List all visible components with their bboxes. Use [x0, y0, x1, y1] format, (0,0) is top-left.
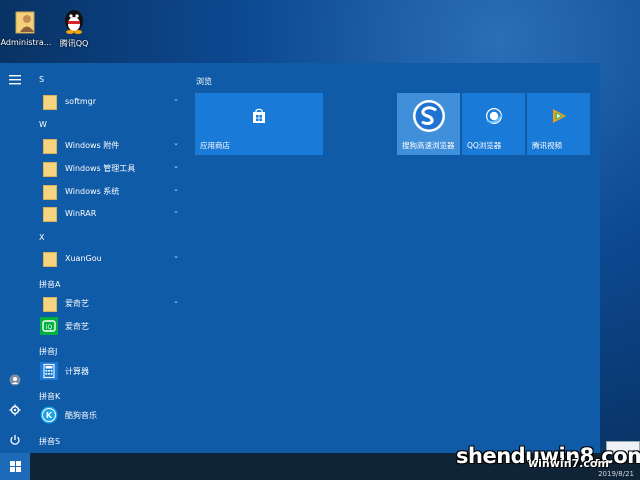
app-label: Windows 管理工具: [65, 163, 136, 173]
chevron-down-icon: ⌄: [173, 252, 179, 260]
group-header-w[interactable]: W: [39, 120, 47, 129]
sogou-browser-icon: [412, 99, 446, 137]
hamburger-icon[interactable]: [6, 71, 24, 89]
app-item-windows-accessories[interactable]: Windows 附件 ⌄: [40, 135, 185, 155]
qq-penguin-icon: [59, 6, 89, 36]
tile-label: QQ浏览器: [467, 141, 502, 150]
app-label: 计算器: [65, 366, 89, 376]
desktop-icon-administrator[interactable]: Administra...: [0, 6, 52, 47]
qq-browser-icon: [484, 106, 504, 130]
desktop-icon-label: 腾讯QQ: [59, 39, 89, 48]
chevron-down-icon: ⌄: [173, 185, 179, 193]
user-avatar-icon[interactable]: [6, 371, 24, 389]
kugou-icon: K: [40, 406, 58, 424]
folder-icon: [40, 294, 58, 312]
tiles-group-title: 浏览: [196, 77, 212, 86]
start-rail: [0, 63, 30, 453]
folder-icon: [40, 182, 58, 200]
group-header-s[interactable]: S: [39, 75, 44, 84]
app-label: 爱奇艺: [65, 321, 89, 331]
app-label: Windows 附件: [65, 140, 120, 150]
store-icon: [250, 107, 268, 129]
chevron-down-icon: ⌄: [173, 95, 179, 103]
folder-icon: [40, 92, 58, 110]
folder-icon: [40, 249, 58, 267]
tile-sogou-browser[interactable]: 搜狗高速浏览器: [397, 93, 460, 155]
tile-label: 应用商店: [200, 141, 230, 150]
folder-icon: [40, 159, 58, 177]
folder-icon: [40, 204, 58, 222]
app-item-xuangou[interactable]: XuanGou ⌄: [40, 248, 185, 268]
app-item-windows-system[interactable]: Windows 系统 ⌄: [40, 181, 185, 201]
app-item-iqiyi[interactable]: iQ 爱奇艺: [40, 316, 185, 336]
user-folder-icon: [11, 6, 41, 36]
app-item-calculator[interactable]: 计算器: [40, 361, 185, 381]
group-header-x[interactable]: X: [39, 233, 44, 242]
app-item-windows-admin-tools[interactable]: Windows 管理工具 ⌄: [40, 158, 185, 178]
folder-icon: [40, 136, 58, 154]
start-button[interactable]: [0, 453, 30, 480]
iqiyi-icon: iQ: [40, 317, 58, 335]
app-item-iqiyi-folder[interactable]: 爱奇艺 ⌄: [40, 293, 185, 313]
desktop-icon-qq[interactable]: 腾讯QQ: [48, 6, 100, 49]
start-menu: S softmgr ⌄ W Windows 附件 ⌄ Windows 管理工具 …: [0, 63, 600, 453]
app-label: softmgr: [65, 96, 97, 106]
tencent-video-icon: [549, 106, 569, 130]
app-label: 酷狗音乐: [65, 410, 97, 420]
watermark-subtext: winwin7.com: [528, 457, 609, 470]
calculator-icon: [40, 362, 58, 380]
tile-store[interactable]: 应用商店: [195, 93, 323, 155]
taskbar-date[interactable]: 2019/8/21: [598, 470, 634, 478]
group-header-pinyin-k[interactable]: 拼音K: [39, 391, 60, 402]
svg-text:K: K: [46, 411, 53, 420]
desktop-icon-label: Administra...: [0, 38, 52, 47]
app-label: 爱奇艺: [65, 298, 89, 308]
chevron-down-icon: ⌄: [173, 139, 179, 147]
app-item-kugou[interactable]: K 酷狗音乐: [40, 405, 185, 425]
tile-tencent-video[interactable]: 腾讯视频: [527, 93, 590, 155]
tile-label: 搜狗高速浏览器: [402, 141, 455, 150]
app-item-winrar[interactable]: WinRAR ⌄: [40, 203, 185, 223]
app-label: Windows 系统: [65, 186, 120, 196]
group-header-pinyin-a[interactable]: 拼音A: [39, 279, 60, 290]
power-icon[interactable]: [6, 431, 24, 449]
group-header-pinyin-j[interactable]: 拼音J: [39, 346, 57, 357]
app-label: XuanGou: [65, 253, 102, 263]
chevron-down-icon: ⌄: [173, 297, 179, 305]
group-header-pinyin-s[interactable]: 拼音S: [39, 436, 60, 447]
tile-qq-browser[interactable]: QQ浏览器: [462, 93, 525, 155]
svg-text:iQ: iQ: [46, 324, 53, 331]
chevron-down-icon: ⌄: [173, 207, 179, 215]
tile-label: 腾讯视频: [532, 141, 562, 150]
gear-icon[interactable]: [6, 401, 24, 419]
app-item-softmgr[interactable]: softmgr ⌄: [40, 91, 185, 111]
windows-logo-icon: [9, 461, 21, 472]
app-label: WinRAR: [65, 208, 97, 218]
chevron-down-icon: ⌄: [173, 162, 179, 170]
app-list[interactable]: S softmgr ⌄ W Windows 附件 ⌄ Windows 管理工具 …: [30, 63, 188, 453]
